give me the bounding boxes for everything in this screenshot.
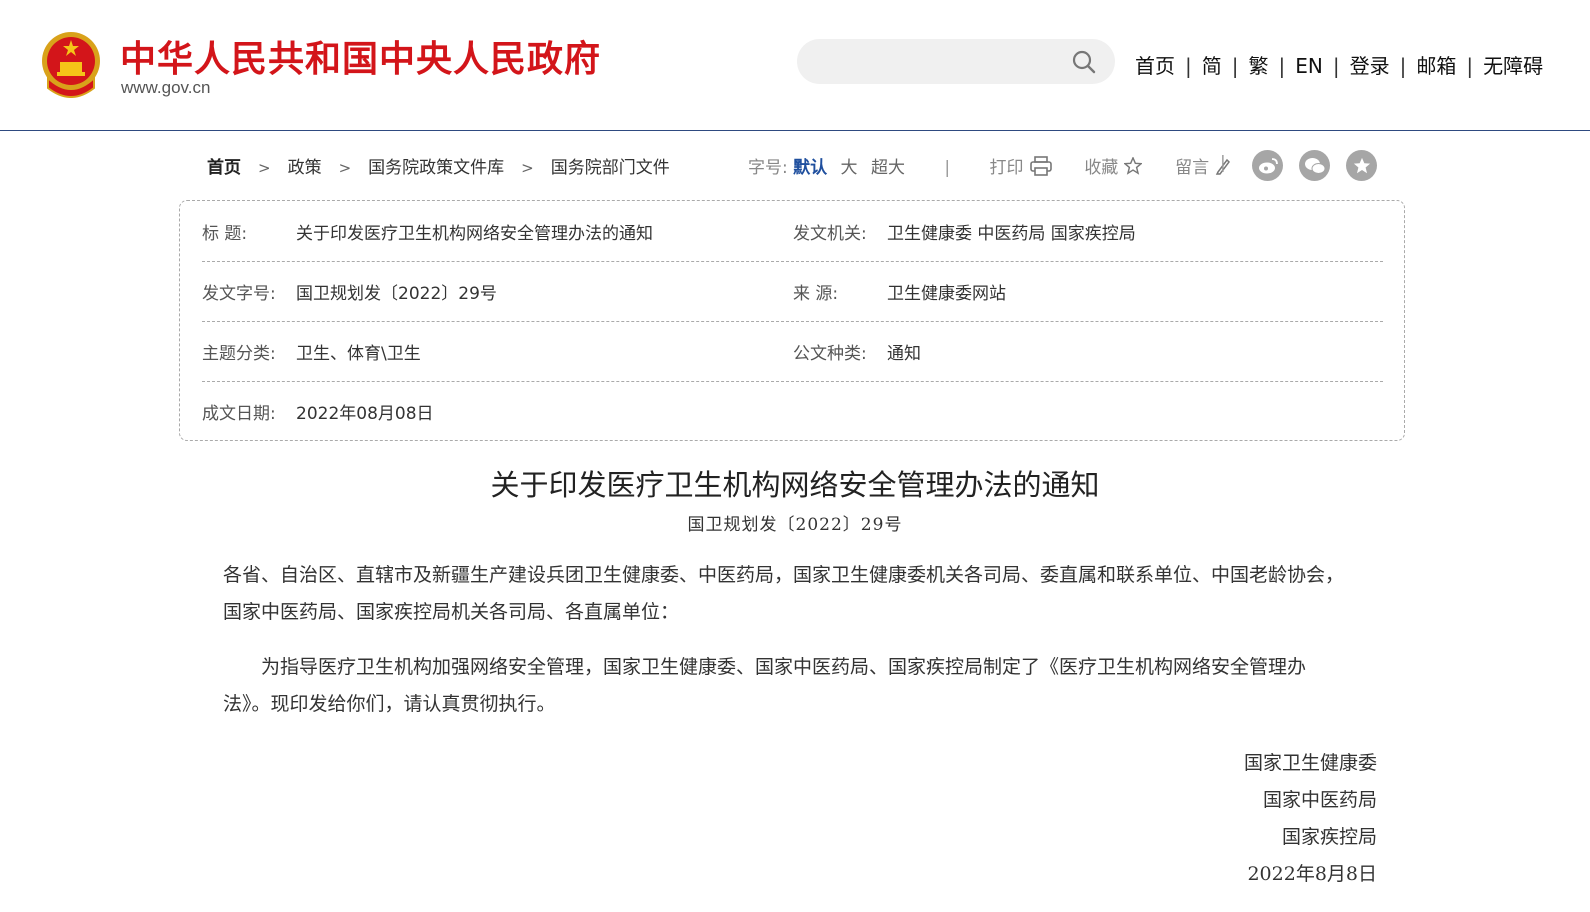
- chevron-right-icon: >: [521, 159, 534, 177]
- nav-login-link[interactable]: 登录: [1350, 54, 1390, 78]
- site-title[interactable]: 中华人民共和国中央人民政府: [120, 30, 601, 82]
- star-icon: [1353, 157, 1370, 173]
- favorite-label: 收藏: [1084, 158, 1119, 178]
- article-title: 关于印发医疗卫生机构网络安全管理办法的通知: [490, 468, 1100, 502]
- font-size-large[interactable]: 大: [841, 158, 858, 178]
- info-issuer: 发文机关: 卫生健康委 中医药局 国家疾控局: [793, 219, 1136, 244]
- info-date-value: 2022年08月08日: [296, 404, 434, 424]
- info-topic: 主题分类: 卫生、体育\卫生: [202, 339, 421, 364]
- nav-home-link[interactable]: 首页: [1135, 54, 1175, 78]
- signature-date: 2022年8月8日: [1247, 863, 1377, 885]
- signature-line: 国家疾控局: [1281, 826, 1377, 848]
- nav-accessibility-link[interactable]: 无障碍: [1483, 54, 1543, 78]
- favorite-button[interactable]: 收藏: [1084, 153, 1143, 178]
- article-paragraph: 为指导医疗卫生机构加强网络安全管理，国家卫生健康委、国家中医药局、国家疾控局制定…: [223, 656, 1307, 715]
- info-row: 发文字号: 国卫规划发〔2022〕29号 来 源: 卫生健康委网站: [202, 261, 1383, 322]
- info-source-label: 来 源:: [793, 284, 839, 304]
- info-date-label: 成文日期:: [202, 404, 276, 424]
- search-input[interactable]: [817, 49, 1051, 75]
- info-type: 公文种类: 通知: [793, 339, 921, 364]
- site-url[interactable]: www.gov.cn: [121, 78, 210, 98]
- favorite-share-button[interactable]: [1346, 150, 1377, 181]
- nav-traditional-link[interactable]: 繁: [1249, 54, 1269, 78]
- breadcrumb: 首页 > 政策 > 国务院政策文件库 > 国务院部门文件: [207, 153, 670, 178]
- font-size-label: 字号:: [748, 158, 788, 178]
- divider: |: [1399, 54, 1407, 78]
- search-icon[interactable]: [1071, 49, 1097, 75]
- wechat-icon: [1304, 157, 1325, 174]
- info-issuer-label: 发文机关:: [793, 224, 867, 244]
- font-size-default[interactable]: 默认: [793, 158, 827, 178]
- info-title-value: 关于印发医疗卫生机构网络安全管理办法的通知: [296, 224, 653, 244]
- info-title: 标 题: 关于印发医疗卫生机构网络安全管理办法的通知: [202, 219, 653, 244]
- nav-english-link[interactable]: EN: [1295, 54, 1323, 78]
- nav-mail-link[interactable]: 邮箱: [1416, 54, 1456, 78]
- breadcrumb-policy-library[interactable]: 国务院政策文件库: [368, 158, 504, 178]
- weibo-icon: [1258, 157, 1278, 173]
- divider: |: [1220, 153, 1226, 173]
- article-doc-number: 国卫规划发〔2022〕29号: [687, 515, 903, 535]
- star-outline-icon: [1124, 156, 1143, 175]
- divider: |: [1278, 54, 1286, 78]
- chevron-right-icon: >: [338, 159, 352, 177]
- toolbar: 首页 > 政策 > 国务院政策文件库 > 国务院部门文件 字号: 默认 大 超大 | 打印 …: [0, 150, 1590, 182]
- signature-line: 国家卫生健康委: [1243, 752, 1377, 774]
- chevron-right-icon: >: [258, 159, 271, 177]
- info-topic-label: 主题分类:: [202, 344, 276, 364]
- info-title-label: 标 题:: [202, 224, 248, 244]
- divider: |: [1332, 54, 1340, 78]
- divider: |: [1466, 54, 1474, 78]
- wechat-share-button[interactable]: [1299, 150, 1330, 181]
- info-type-value: 通知: [887, 344, 921, 364]
- weibo-share-button[interactable]: [1252, 150, 1283, 181]
- info-docno-label: 发文字号:: [202, 284, 276, 304]
- top-nav: 首页 | 简 | 繁 | EN | 登录 | 邮箱 | 无障碍: [1135, 50, 1543, 79]
- breadcrumb-department-docs[interactable]: 国务院部门文件: [551, 158, 670, 178]
- divider: |: [1185, 54, 1192, 78]
- info-row: 标 题: 关于印发医疗卫生机构网络安全管理办法的通知 发文机关: 卫生健康委 中医药…: [202, 201, 1383, 262]
- info-docno-value: 国卫规划发〔2022〕29号: [296, 284, 497, 304]
- divider: |: [944, 158, 951, 178]
- info-row: 成文日期: 2022年08月08日: [202, 381, 1383, 441]
- info-issuer-value: 卫生健康委 中医药局 国家疾控局: [887, 224, 1136, 244]
- divider: |: [1231, 54, 1239, 78]
- page-tools: 字号: 默认 大 超大 | 打印 收藏 留言: [748, 153, 1231, 178]
- info-source-value: 卫生健康委网站: [887, 284, 1006, 304]
- comment-label: 留言: [1175, 158, 1210, 178]
- nav-simplified-link[interactable]: 简: [1202, 54, 1222, 78]
- signature-line: 国家中医药局: [1262, 789, 1377, 811]
- font-size-xlarge[interactable]: 超大: [871, 158, 905, 178]
- document-info-box: 标 题: 关于印发医疗卫生机构网络安全管理办法的通知 发文机关: 卫生健康委 中医药…: [179, 200, 1405, 441]
- breadcrumb-policy[interactable]: 政策: [288, 158, 322, 178]
- info-docno: 发文字号: 国卫规划发〔2022〕29号: [202, 279, 497, 304]
- print-button[interactable]: 打印: [990, 153, 1052, 178]
- info-type-label: 公文种类:: [793, 344, 867, 364]
- info-source: 来 源: 卫生健康委网站: [793, 279, 1006, 304]
- article-paragraph: 各省、自治区、直辖市及新疆生产建设兵团卫生健康委、中医药局，国家卫生健康委机关各…: [223, 564, 1345, 623]
- printer-icon: [1029, 155, 1052, 176]
- site-header: 中华人民共和国中央人民政府 www.gov.cn 首页 | 简 | 繁 | EN | 登录 | 邮箱…: [0, 0, 1590, 131]
- info-date: 成文日期: 2022年08月08日: [202, 399, 434, 424]
- national-emblem-icon[interactable]: [40, 30, 102, 98]
- print-label: 打印: [989, 158, 1024, 178]
- breadcrumb-home[interactable]: 首页: [207, 158, 241, 178]
- info-topic-value: 卫生、体育\卫生: [296, 344, 421, 364]
- info-row: 主题分类: 卫生、体育\卫生 公文种类: 通知: [202, 321, 1383, 382]
- search-box: [797, 39, 1115, 84]
